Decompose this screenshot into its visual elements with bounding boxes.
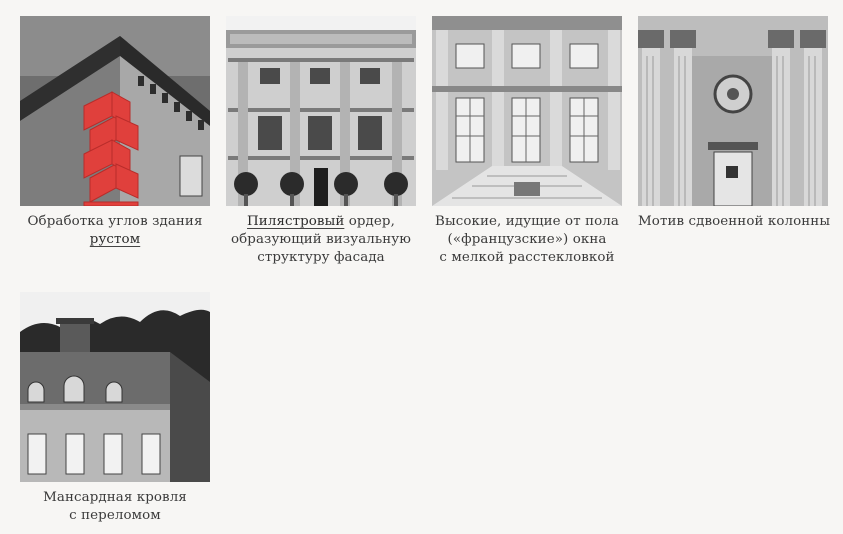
feature-card-paired-columns: Мотив сдвоенной колонны: [638, 16, 831, 231]
caption-text: («французские») окна: [447, 232, 607, 247]
mansard-roof-photo: [20, 292, 210, 482]
caption-text: Мансардная кровля: [43, 490, 187, 505]
caption-text: образующий визуальную: [230, 232, 412, 247]
feature-card-pilasters: Пилястровый ордер, образующий визуальную…: [226, 16, 416, 267]
feature-card-french-windows: Высокие, идущие от пола («французские») …: [432, 16, 622, 267]
architecture-features-grid: Обработка углов здания рустом Пилястровы…: [0, 0, 843, 534]
caption-text: Обработка углов здания: [27, 214, 203, 229]
pilaster-facade-photo: [226, 16, 416, 206]
caption-text: с мелкой расстекловкой: [439, 250, 615, 265]
caption-text: с переломом: [69, 508, 161, 523]
building-corner-rustication-photo: [20, 16, 210, 206]
feature-caption: Пилястровый ордер, образующий визуальную…: [226, 213, 416, 267]
feature-caption: Высокие, идущие от пола («французские») …: [432, 213, 622, 267]
caption-text: Высокие, идущие от пола: [435, 214, 619, 229]
caption-text: Мотив сдвоенной колонны: [638, 214, 831, 229]
feature-caption: Обработка углов здания рустом: [20, 213, 210, 249]
paired-columns-photo: [638, 16, 828, 206]
feature-card-rustication: Обработка углов здания рустом: [20, 16, 210, 249]
caption-text: структуру фасада: [257, 250, 385, 265]
caption-text: ордер,: [344, 214, 395, 229]
french-windows-facade-photo: [432, 16, 622, 206]
feature-card-mansard-roof: Мансардная кровля с переломом: [20, 292, 210, 525]
pilaster-link[interactable]: Пилястровый: [247, 214, 344, 229]
feature-caption: Мотив сдвоенной колонны: [638, 213, 831, 231]
rustication-link[interactable]: рустом: [90, 232, 140, 247]
feature-caption: Мансардная кровля с переломом: [20, 489, 210, 525]
